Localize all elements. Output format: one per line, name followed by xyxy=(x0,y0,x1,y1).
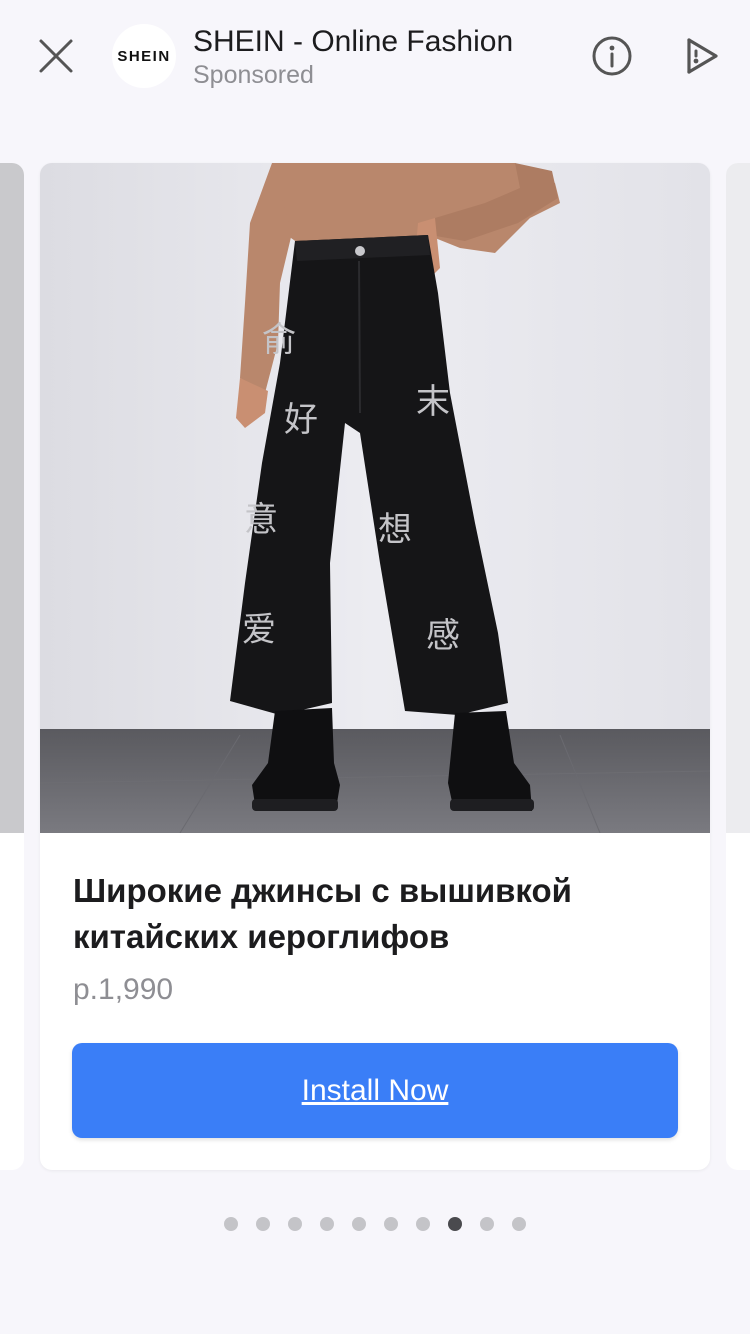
ad-screen: SHEIN SHEIN - Online Fashion Sponsored 俞… xyxy=(0,0,750,1334)
app-name[interactable]: SHEIN - Online Fashion xyxy=(193,24,513,60)
embroidery-char: 好 xyxy=(284,400,318,440)
info-icon xyxy=(592,36,632,76)
share-button[interactable] xyxy=(676,32,724,80)
product-card[interactable]: 俞 好 意 爱 末 想 感 Широкие джинсы с вышивкой … xyxy=(40,163,710,1170)
pager-dot[interactable] xyxy=(384,1217,398,1231)
close-icon xyxy=(39,39,73,73)
sponsored-label: Sponsored xyxy=(193,61,314,89)
info-button[interactable] xyxy=(588,32,636,80)
ad-header: SHEIN SHEIN - Online Fashion Sponsored xyxy=(0,0,750,112)
carousel-pager xyxy=(0,1217,750,1231)
product-photo: 俞 好 意 爱 末 想 感 xyxy=(40,163,710,833)
product-title[interactable]: Широкие джинсы с вышивкой китайских иеро… xyxy=(73,868,683,960)
embroidery-char: 想 xyxy=(378,510,412,550)
pager-dot[interactable] xyxy=(352,1217,366,1231)
embroidery-char: 感 xyxy=(426,616,460,656)
embroidery-char: 爱 xyxy=(242,610,276,650)
brand-logo[interactable]: SHEIN xyxy=(112,24,176,88)
pager-dot[interactable] xyxy=(416,1217,430,1231)
pager-dot[interactable] xyxy=(512,1217,526,1231)
pager-dot[interactable] xyxy=(256,1217,270,1231)
product-price: р.1,990 xyxy=(73,973,174,1006)
embroidery-char: 末 xyxy=(416,382,450,422)
next-card-peek[interactable] xyxy=(726,163,750,1170)
brand-info: SHEIN - Online Fashion Sponsored xyxy=(193,24,513,90)
pager-dot[interactable] xyxy=(288,1217,302,1231)
pager-dot[interactable] xyxy=(480,1217,494,1231)
install-now-button[interactable]: Install Now xyxy=(72,1043,678,1138)
previous-card-peek[interactable] xyxy=(0,163,24,1170)
share-icon xyxy=(687,38,718,74)
embroidery-char: 意 xyxy=(244,500,278,540)
product-image[interactable]: 俞 好 意 爱 末 想 感 xyxy=(40,163,710,833)
pager-dot[interactable] xyxy=(448,1217,462,1231)
close-button[interactable] xyxy=(32,32,80,80)
pager-dot[interactable] xyxy=(224,1217,238,1231)
embroidery-char: 俞 xyxy=(262,320,296,360)
pager-dot[interactable] xyxy=(320,1217,334,1231)
